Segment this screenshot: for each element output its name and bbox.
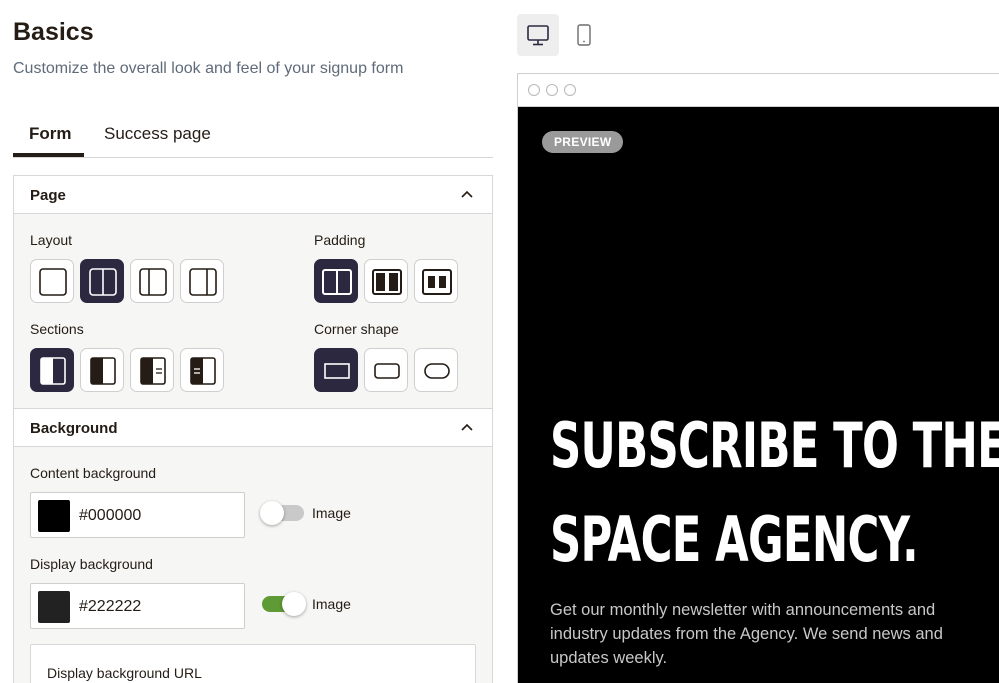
sections-label: Sections (30, 321, 84, 337)
page-section-body: Layout Padding Sections Corner shape (13, 214, 493, 408)
preview-body-text: Get our monthly newsletter with announce… (550, 601, 943, 667)
tab-success-page[interactable]: Success page (104, 124, 211, 144)
signup-form-preview: PREVIEW SUBSCRIBE TO THE SPACE AGENCY. G… (518, 107, 999, 683)
toggle-knob (260, 501, 284, 525)
sections-option-right-dark[interactable] (80, 348, 124, 392)
display-background-image-label: Image (312, 596, 351, 612)
content-background-value: #000000 (79, 507, 142, 524)
content-background-image-toggle[interactable] (260, 501, 304, 525)
sections-option-text-right[interactable] (130, 348, 174, 392)
display-background-value: #222222 (79, 598, 142, 615)
page-section-title: Page (30, 187, 66, 204)
content-background-label: Content background (30, 465, 157, 481)
display-background-image-toggle[interactable] (262, 592, 306, 616)
window-dot-icon (564, 84, 576, 96)
chevron-up-icon (461, 190, 473, 198)
sections-text-left-icon (190, 357, 216, 385)
preview-headline-line-2: SPACE AGENCY. (550, 503, 919, 576)
content-background-swatch[interactable] (38, 500, 70, 532)
preview-headline-line-1: SUBSCRIBE TO THE (550, 409, 999, 482)
browser-preview-frame: PREVIEW SUBSCRIBE TO THE SPACE AGENCY. G… (517, 73, 999, 683)
window-dot-icon (546, 84, 558, 96)
layout-option-right-narrow[interactable] (180, 259, 224, 303)
active-tab-indicator (13, 153, 84, 157)
tab-bar: Form Success page (13, 112, 493, 158)
corner-option-square[interactable] (314, 348, 358, 392)
background-section-title: Background (30, 420, 118, 437)
desktop-view-button[interactable] (517, 14, 559, 56)
tab-form[interactable]: Form (29, 124, 72, 144)
mobile-view-button[interactable] (563, 14, 605, 56)
display-background-swatch[interactable] (38, 591, 70, 623)
display-background-url-label: Display background URL (47, 665, 202, 681)
corner-square-icon (324, 363, 350, 379)
content-background-input[interactable]: #000000 (30, 492, 245, 538)
layout-option-left-narrow[interactable] (130, 259, 174, 303)
preview-badge: PREVIEW (542, 131, 624, 153)
layout-full-icon (39, 268, 67, 296)
padding-none-icon (322, 269, 352, 295)
background-section-header[interactable]: Background (13, 408, 493, 447)
layout-left-narrow-icon (139, 268, 167, 296)
layout-option-full[interactable] (30, 259, 74, 303)
corner-shape-label: Corner shape (314, 321, 399, 337)
content-background-image-label: Image (312, 505, 351, 521)
corner-option-pill[interactable] (414, 348, 458, 392)
display-background-input[interactable]: #222222 (30, 583, 245, 629)
padding-large-icon (422, 269, 452, 295)
chevron-up-icon (461, 423, 473, 431)
layout-right-narrow-icon (189, 268, 217, 296)
layout-label: Layout (30, 232, 73, 248)
toggle-knob (282, 592, 306, 616)
sections-right-dark-icon (90, 357, 116, 385)
page-title: Basics (13, 18, 94, 46)
page-section-header[interactable]: Page (13, 175, 493, 214)
settings-panel: Basics Customize the overall look and fe… (13, 0, 493, 683)
padding-option-small[interactable] (364, 259, 408, 303)
window-dot-icon (528, 84, 540, 96)
sections-left-light-icon (40, 357, 66, 385)
display-background-url-field[interactable]: Display background URL (30, 644, 476, 683)
preview-headline: SUBSCRIBE TO THE SPACE AGENCY. (550, 399, 999, 587)
browser-bar (518, 74, 999, 107)
page-subtitle: Customize the overall look and feel of y… (13, 60, 404, 77)
corner-pill-icon (424, 363, 450, 379)
padding-option-none[interactable] (314, 259, 358, 303)
display-background-label: Display background (30, 556, 153, 572)
sections-option-text-left[interactable] (180, 348, 224, 392)
mobile-icon (577, 24, 591, 46)
corner-option-rounded[interactable] (364, 348, 408, 392)
desktop-icon (527, 25, 549, 46)
corner-rounded-icon (374, 363, 400, 379)
padding-small-icon (372, 269, 402, 295)
padding-label: Padding (314, 232, 366, 248)
padding-option-large[interactable] (414, 259, 458, 303)
sections-text-right-icon (140, 357, 166, 385)
sections-option-left-light[interactable] (30, 348, 74, 392)
layout-option-split[interactable] (80, 259, 124, 303)
layout-split-icon (89, 268, 117, 296)
